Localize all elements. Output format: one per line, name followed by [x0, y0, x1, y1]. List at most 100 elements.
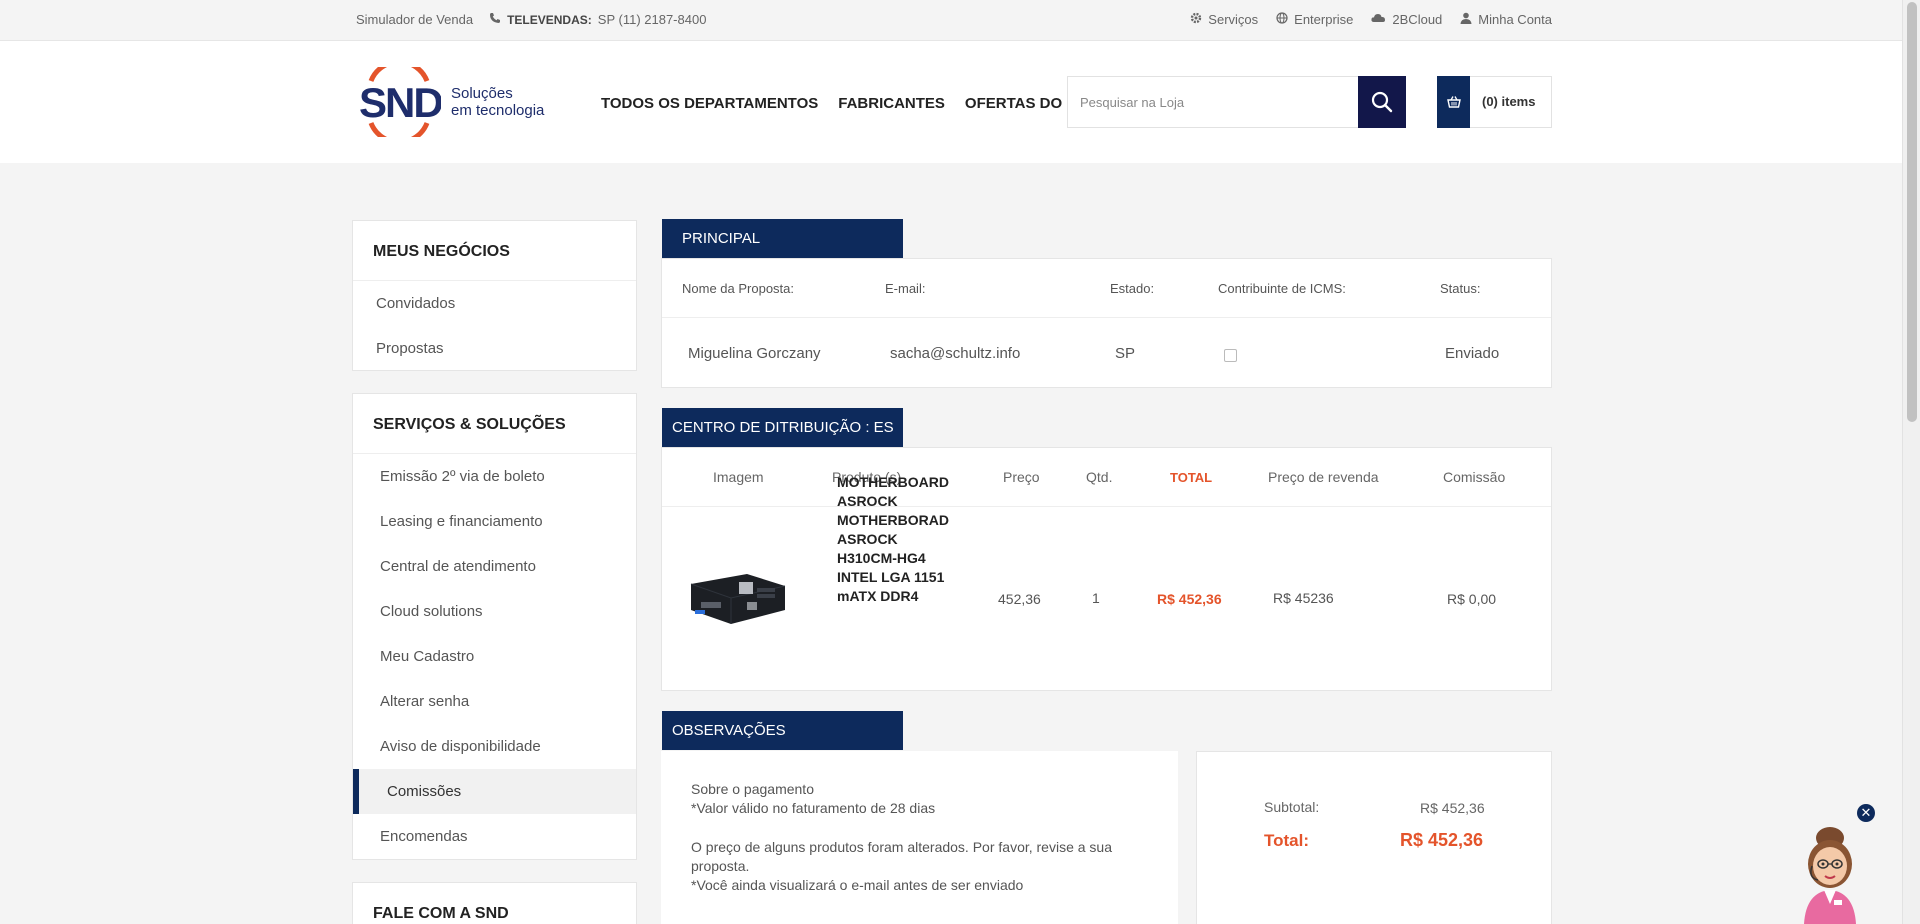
total-label: Total: [1264, 831, 1310, 850]
2bcloud-link[interactable]: 2BCloud [1371, 12, 1442, 27]
televendas-phone: SP (11) 2187-8400 [597, 12, 707, 27]
main-nav: TODOS OS DEPARTAMENTOS FABRICANTES OFERT… [601, 95, 1092, 112]
sidebar-negocios-title: MEUS NEGÓCIOS [353, 221, 636, 281]
simulator-link[interactable]: Simulador de Venda [356, 12, 473, 27]
sidebar-meus-negocios: MEUS NEGÓCIOS Convidados Propostas [352, 220, 637, 371]
brand-text: SND [359, 79, 441, 126]
televendas-label: TELEVENDAS: [507, 12, 592, 27]
sidebar-item-meu-cadastro[interactable]: Meu Cadastro [353, 634, 636, 679]
enterprise-link[interactable]: Enterprise [1276, 12, 1353, 27]
centro-header: CENTRO DE DITRIBUIÇÃO : ES [662, 408, 903, 447]
icms-checkbox[interactable] [1224, 349, 1237, 362]
sidebar-item-comissoes[interactable]: Comissões [353, 769, 636, 814]
sidebar-fale-title: FALE COM A SND [373, 905, 509, 922]
top-utility-bar: Simulador de Venda TELEVENDAS: SP (11) 2… [0, 0, 1902, 41]
sidebar-servicos-solucoes: SERVIÇOS & SOLUÇÕES Emissão 2º via de bo… [352, 393, 637, 860]
header-preco: Preço [1003, 469, 1040, 485]
product-name-line-5: H310CM-HG4 [837, 550, 926, 566]
snd-logo[interactable]: SND Soluções em tecnologia [357, 67, 544, 137]
nav-fabricantes[interactable]: FABRICANTES [838, 95, 945, 112]
sidebar-item-central-atendimento[interactable]: Central de atendimento [353, 544, 636, 589]
header-nome-proposta: Nome da Proposta: [682, 281, 795, 296]
product-name-line-7: mATX DDR4 [837, 588, 919, 604]
observacoes-header: OBSERVAÇÕES [662, 711, 903, 750]
value-comissao: R$ 0,00 [1447, 591, 1497, 607]
value-qtd: 1 [1092, 590, 1100, 606]
sidebar-item-encomendas[interactable]: Encomendas [353, 814, 636, 859]
sidebar-item-convidados[interactable]: Convidados [353, 281, 636, 326]
sidebar-item-cloud-solutions[interactable]: Cloud solutions [353, 589, 636, 634]
user-icon [1460, 12, 1472, 27]
obs-text-pagamento: Sobre o pagamento *Valor válido no fatur… [691, 780, 935, 818]
principal-table: Nome da Proposta: E-mail: Estado: Contri… [661, 258, 1552, 388]
value-nome-proposta: Miguelina Gorczany [688, 345, 821, 362]
product-name-line-1: MOTHERBOARD [837, 474, 949, 490]
header-status: Status: [1440, 281, 1481, 296]
page-scrollbar[interactable] [1902, 0, 1920, 924]
value-estado: SP [1115, 345, 1136, 362]
topbar-right: Serviços Enterprise 2BCloud Minha Conta [1190, 12, 1552, 27]
sidebar-item-aviso-disponibilidade[interactable]: Aviso de disponibilidade [353, 724, 636, 769]
obs-line-5: *Você ainda visualizará o e-mail antes d… [691, 877, 1024, 893]
total-value: R$ 452,36 [1400, 830, 1484, 850]
servicos-label: Serviços [1208, 12, 1259, 27]
header-contribuinte-icms: Contribuinte de ICMS: [1218, 281, 1346, 296]
snd-logo-mark: SND [359, 67, 441, 137]
obs-line-1: Sobre o pagamento [691, 781, 814, 797]
product-name-line-6: INTEL LGA 1151 [837, 569, 945, 585]
sidebar-servicos-title: SERVIÇOS & SOLUÇÕES [353, 394, 636, 454]
obs-text-precos: O preço de alguns produtos foram alterad… [691, 838, 1112, 895]
scrollbar-thumb[interactable] [1907, 2, 1917, 422]
search-icon [1371, 91, 1393, 113]
site-header: SND Soluções em tecnologia TODOS OS DEPA… [0, 41, 1902, 163]
product-name-line-3: MOTHERBORAD [837, 512, 949, 528]
2bcloud-label: 2BCloud [1392, 12, 1443, 27]
search-box [1067, 76, 1406, 128]
product-table: Imagem Produto (s) Preço Qtd. TOTAL Preç… [661, 447, 1552, 691]
sidebar-item-boleto[interactable]: Emissão 2º via de boleto [353, 454, 636, 499]
observacoes-panel: Sobre o pagamento *Valor válido no fatur… [661, 751, 1178, 924]
logo-tagline: Soluções em tecnologia [451, 85, 544, 119]
header-qtd: Qtd. [1086, 469, 1113, 485]
cloud-icon [1371, 12, 1386, 27]
enterprise-label: Enterprise [1294, 12, 1354, 27]
product-name-line-4: ASROCK [837, 531, 898, 547]
value-total: R$ 452,36 [1157, 591, 1222, 607]
row-divider [662, 506, 1551, 507]
header-comissao: Comissão [1443, 469, 1506, 485]
nav-todos-departamentos[interactable]: TODOS OS DEPARTAMENTOS [601, 95, 818, 112]
minha-conta-link[interactable]: Minha Conta [1460, 12, 1552, 27]
value-email: sacha@schultz.info [890, 345, 1021, 362]
search-input[interactable] [1068, 77, 1358, 127]
value-status: Enviado [1445, 345, 1500, 362]
header-imagem: Imagem [713, 469, 764, 485]
basket-icon [1437, 76, 1470, 128]
header-estado: Estado: [1110, 281, 1155, 296]
servicos-link[interactable]: Serviços [1190, 12, 1258, 27]
subtotal-value: R$ 452,36 [1420, 800, 1485, 816]
value-preco-revenda: R$ 45236 [1273, 590, 1334, 606]
row-divider [662, 317, 1551, 318]
sidebar-item-alterar-senha[interactable]: Alterar senha [353, 679, 636, 724]
sidebar-fale-com-snd: FALE COM A SND [352, 882, 637, 924]
sidebar-item-leasing[interactable]: Leasing e financiamento [353, 499, 636, 544]
header-email: E-mail: [885, 281, 926, 296]
search-button[interactable] [1358, 76, 1406, 128]
gear-icon [1190, 12, 1202, 27]
product-image[interactable] [687, 566, 789, 628]
minha-conta-label: Minha Conta [1478, 12, 1552, 27]
principal-header: PRINCIPAL [662, 219, 903, 258]
subtotal-label: Subtotal: [1264, 799, 1320, 815]
sidebar-item-propostas[interactable]: Propostas [353, 326, 636, 371]
globe-icon [1276, 12, 1288, 27]
header-total: TOTAL [1170, 470, 1213, 485]
phone-icon [489, 12, 501, 27]
header-preco-revenda: Preço de revenda [1268, 469, 1379, 485]
tagline-line-2: em tecnologia [451, 102, 545, 119]
cart-button[interactable]: (0) items [1437, 76, 1552, 128]
product-name-line-2: ASROCK [837, 493, 898, 509]
cart-count: (0) items [1482, 94, 1536, 109]
topbar-left: Simulador de Venda TELEVENDAS: SP (11) 2… [356, 12, 706, 27]
order-summary: Subtotal: R$ 452,36 Total: R$ 452,36 [1196, 751, 1552, 924]
assistant-avatar[interactable] [1794, 820, 1866, 924]
